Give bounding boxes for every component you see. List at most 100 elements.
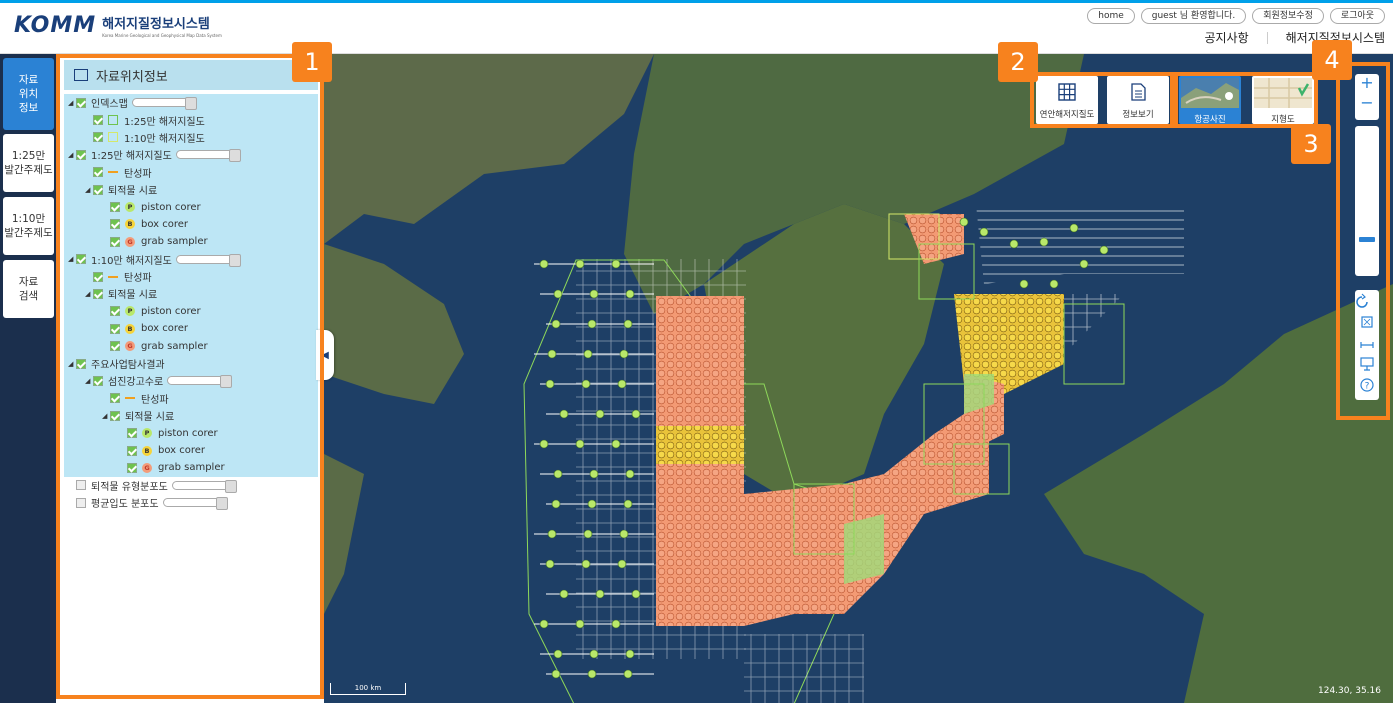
nav-item-1[interactable]: 1:25만 발간주제도 — [3, 134, 54, 192]
layer-row[interactable]: 탄성파 — [64, 267, 318, 286]
expand-icon[interactable]: ◢ — [102, 412, 110, 420]
nav-item-3[interactable]: 자료 검색 — [3, 260, 54, 318]
edit-profile-button[interactable]: 회원정보수정 — [1252, 8, 1324, 24]
layer-checkbox[interactable] — [76, 480, 86, 491]
layer-checkbox[interactable] — [76, 497, 86, 508]
layer-row[interactable]: ◢ 주요사업탐사결과 — [64, 354, 318, 373]
logout-button[interactable]: 로그아웃 — [1329, 8, 1385, 24]
callout-badge-1: 1 — [292, 42, 332, 82]
layer-checkbox[interactable] — [93, 288, 103, 299]
opacity-slider[interactable] — [162, 497, 228, 511]
piston-corer-marker — [551, 319, 561, 329]
opacity-slider[interactable] — [175, 149, 241, 163]
gnb-notice[interactable]: 공지사항 — [1204, 29, 1248, 46]
layer-checkbox[interactable] — [110, 393, 120, 404]
layer-label: 1:10만 해저지질도 — [91, 255, 172, 267]
refresh-icon[interactable] — [1356, 293, 1368, 308]
nav-item-0[interactable]: 자료 위치 정보 — [3, 58, 54, 130]
piston-corer-marker — [623, 499, 633, 509]
callout-badge-3: 3 — [1291, 124, 1331, 164]
piston-corer-marker — [581, 559, 591, 569]
layer-checkbox[interactable] — [127, 445, 137, 456]
expand-icon[interactable]: ◢ — [85, 377, 93, 385]
layer-row[interactable]: Ppiston corer — [64, 302, 318, 321]
layer-checkbox[interactable] — [76, 254, 86, 265]
piston-corer-marker — [1069, 223, 1079, 233]
layer-row[interactable]: ◢ 1:10만 해저지질도 — [64, 250, 318, 268]
layer-row[interactable]: 탄성파 — [64, 163, 318, 181]
piston-corer-marker — [979, 227, 989, 237]
layer-checkbox[interactable] — [93, 184, 103, 195]
layer-row[interactable]: Ppiston corer — [64, 198, 318, 216]
help-icon[interactable]: ? — [1360, 378, 1374, 392]
layer-row[interactable]: Ggrab sampler — [64, 337, 318, 355]
zoom-slider-thumb[interactable] — [1359, 237, 1375, 243]
layer-checkbox[interactable] — [93, 167, 103, 178]
layer-label: piston corer — [141, 201, 201, 213]
layer-row[interactable]: Bbox corer — [64, 441, 318, 460]
layer-checkbox[interactable] — [110, 236, 120, 247]
expand-icon[interactable]: ◢ — [68, 360, 76, 368]
monitor-icon[interactable] — [1360, 357, 1374, 371]
layer-row[interactable]: Ggrab sampler — [64, 459, 318, 477]
layer-row[interactable]: Bbox corer — [64, 320, 318, 338]
opacity-slider[interactable] — [167, 375, 233, 389]
zoom-out-button[interactable]: − — [1355, 94, 1379, 114]
layer-checkbox[interactable] — [93, 132, 103, 143]
opacity-slider[interactable] — [175, 253, 241, 267]
layer-row[interactable]: ◢ 1:25만 해저지질도 — [64, 146, 318, 164]
layer-checkbox[interactable] — [76, 97, 86, 108]
layer-row[interactable]: ◢ 퇴적물 시료 — [64, 285, 318, 303]
layer-label: piston corer — [158, 427, 218, 439]
map-tool-0[interactable]: 연안해저지질도 — [1036, 76, 1098, 124]
layer-checkbox[interactable] — [110, 323, 120, 334]
layer-row[interactable]: ◢ 퇴적물 시료 — [64, 407, 318, 425]
layer-checkbox[interactable] — [110, 341, 120, 352]
expand-icon[interactable]: ◢ — [85, 290, 93, 298]
measure-icon[interactable] — [1360, 342, 1374, 348]
layer-row[interactable]: 1:10만 해저지질도 — [64, 128, 318, 147]
layer-checkbox[interactable] — [93, 375, 103, 386]
layer-checkbox[interactable] — [110, 219, 120, 230]
zoom-in-button[interactable]: + — [1355, 74, 1379, 94]
layer-row[interactable]: ◢ 인덱스맵 — [64, 94, 318, 112]
layer-label: grab sampler — [141, 236, 208, 248]
opacity-slider[interactable] — [131, 97, 197, 111]
layer-row[interactable]: Ppiston corer — [64, 424, 318, 442]
layer-checkbox[interactable] — [110, 410, 120, 421]
opacity-slider[interactable] — [171, 479, 237, 493]
nav-item-2[interactable]: 1:10만 발간주제도 — [3, 197, 54, 255]
layer-row[interactable]: 탄성파 — [64, 389, 318, 408]
expand-icon[interactable]: ◢ — [68, 151, 76, 159]
map-tool-2[interactable]: 항공사진 — [1179, 76, 1241, 125]
map-tool-3[interactable]: 지형도 — [1252, 76, 1314, 125]
layer-row[interactable]: Bbox corer — [64, 215, 318, 234]
layer-checkbox[interactable] — [76, 149, 86, 160]
map-canvas[interactable] — [324, 54, 1393, 703]
piston-corer-marker — [547, 349, 557, 359]
expand-icon[interactable]: ◢ — [68, 255, 76, 263]
layer-checkbox[interactable] — [93, 271, 103, 282]
fullscreen-icon[interactable] — [1361, 316, 1373, 328]
layer-checkbox[interactable] — [93, 115, 103, 126]
layer-row[interactable]: Ggrab sampler — [64, 233, 318, 251]
layer-row[interactable]: ◢ 퇴적물 시료 — [64, 180, 318, 199]
layer-row[interactable]: 평균입도 분포도 — [64, 494, 318, 511]
layer-row[interactable]: ◢ 섬진강고수로 — [64, 372, 318, 390]
zoom-slider[interactable] — [1355, 126, 1379, 276]
callout-badge-2: 2 — [998, 42, 1038, 82]
layer-checkbox[interactable] — [110, 306, 120, 317]
layer-checkbox[interactable] — [110, 202, 120, 213]
expand-icon[interactable]: ◢ — [68, 99, 76, 107]
layer-row[interactable]: 퇴적물 유형분포도 — [64, 477, 318, 494]
layer-checkbox[interactable] — [127, 428, 137, 439]
layer-row[interactable]: 1:25만 해저지질도 — [64, 111, 318, 129]
logo[interactable]: KOMM 해저지질정보시스템 Korea Marine Geological a… — [14, 13, 222, 38]
layer-checkbox[interactable] — [127, 462, 137, 473]
panel-collapse-toggle[interactable]: ◀ — [316, 330, 334, 380]
layer-checkbox[interactable] — [76, 358, 86, 369]
piston-corer-marker — [611, 259, 621, 269]
home-button[interactable]: home — [1087, 8, 1135, 24]
expand-icon[interactable]: ◢ — [85, 186, 93, 194]
map-tool-1[interactable]: 정보보기 — [1107, 76, 1169, 124]
